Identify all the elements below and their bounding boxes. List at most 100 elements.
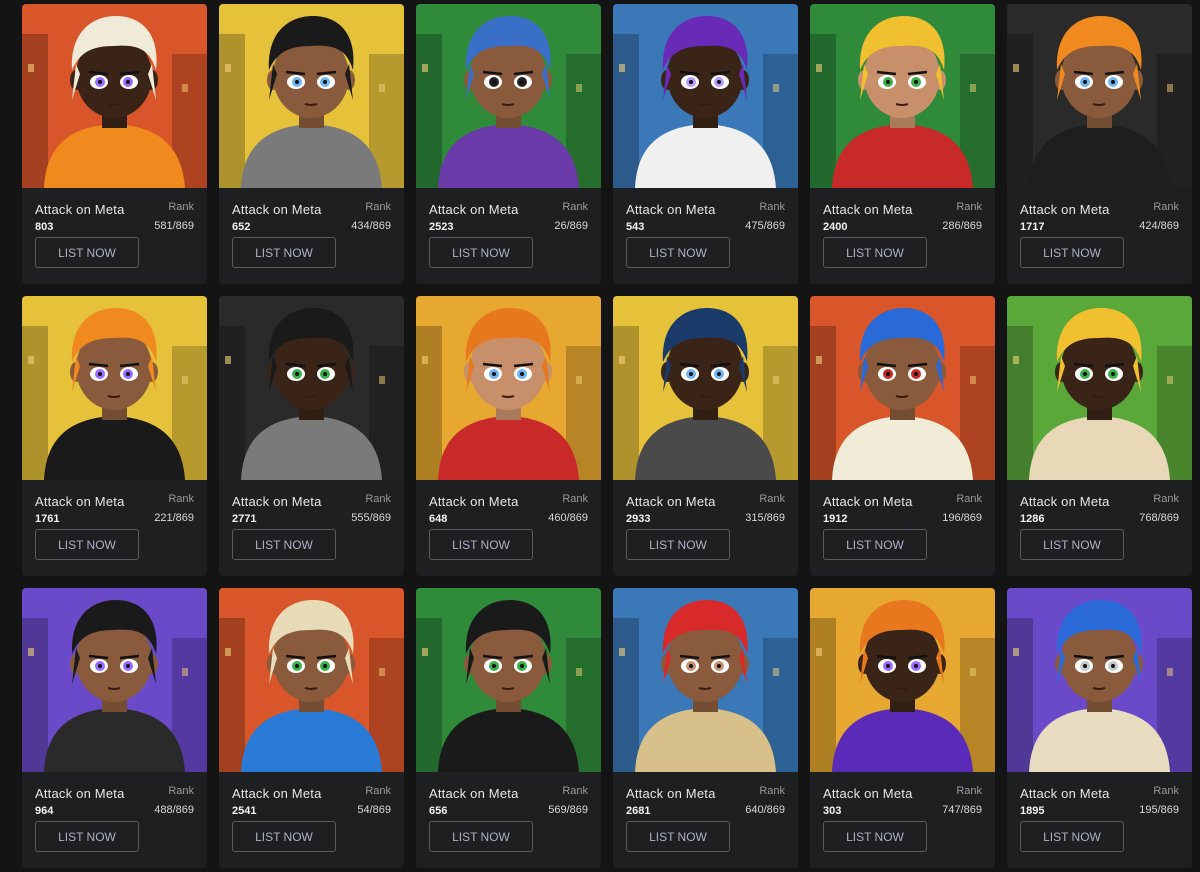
card-info: Attack on Meta Rank 543 475/869 LIST NOW xyxy=(613,188,798,284)
collection-name: Attack on Meta xyxy=(626,202,716,217)
rank-value: 569/869 xyxy=(548,804,588,816)
list-now-button[interactable]: LIST NOW xyxy=(1020,529,1124,560)
rank-label: Rank xyxy=(759,201,785,213)
nft-card[interactable]: Attack on Meta Rank 803 581/869 LIST NOW xyxy=(22,4,207,284)
token-id: 2400 xyxy=(823,221,848,233)
token-id: 2933 xyxy=(626,513,651,525)
list-now-button[interactable]: LIST NOW xyxy=(35,237,139,268)
rank-label: Rank xyxy=(759,785,785,797)
card-info: Attack on Meta Rank 964 488/869 LIST NOW xyxy=(22,772,207,868)
nft-card[interactable]: Attack on Meta Rank 1895 195/869 LIST NO… xyxy=(1007,588,1192,868)
token-id: 2541 xyxy=(232,805,257,817)
rank-label: Rank xyxy=(956,201,982,213)
nft-card[interactable]: Attack on Meta Rank 964 488/869 LIST NOW xyxy=(22,588,207,868)
nft-card[interactable]: Attack on Meta Rank 543 475/869 LIST NOW xyxy=(613,4,798,284)
list-now-button[interactable]: LIST NOW xyxy=(232,821,336,852)
list-now-button[interactable]: LIST NOW xyxy=(823,529,927,560)
list-now-button[interactable]: LIST NOW xyxy=(626,237,730,268)
list-now-button[interactable]: LIST NOW xyxy=(626,529,730,560)
card-info: Attack on Meta Rank 1912 196/869 LIST NO… xyxy=(810,480,995,576)
nft-artwork[interactable] xyxy=(1007,588,1192,772)
rank-label: Rank xyxy=(1153,493,1179,505)
nft-artwork[interactable] xyxy=(416,296,601,480)
nft-card[interactable]: Attack on Meta Rank 303 747/869 LIST NOW xyxy=(810,588,995,868)
list-now-button[interactable]: LIST NOW xyxy=(823,237,927,268)
rank-value: 747/869 xyxy=(942,804,982,816)
nft-card[interactable]: Attack on Meta Rank 1912 196/869 LIST NO… xyxy=(810,296,995,576)
collection-name: Attack on Meta xyxy=(1020,494,1110,509)
token-id: 2771 xyxy=(232,513,257,525)
collection-name: Attack on Meta xyxy=(823,786,913,801)
card-info: Attack on Meta Rank 1761 221/869 LIST NO… xyxy=(22,480,207,576)
rank-value: 424/869 xyxy=(1139,220,1179,232)
nft-artwork[interactable] xyxy=(810,296,995,480)
list-now-button[interactable]: LIST NOW xyxy=(232,529,336,560)
rank-value: 475/869 xyxy=(745,220,785,232)
nft-card[interactable]: Attack on Meta Rank 1761 221/869 LIST NO… xyxy=(22,296,207,576)
list-now-button[interactable]: LIST NOW xyxy=(35,529,139,560)
nft-card[interactable]: Attack on Meta Rank 2523 26/869 LIST NOW xyxy=(416,4,601,284)
nft-card[interactable]: Attack on Meta Rank 2681 640/869 LIST NO… xyxy=(613,588,798,868)
nft-artwork[interactable] xyxy=(416,4,601,188)
list-now-button[interactable]: LIST NOW xyxy=(232,237,336,268)
nft-card[interactable]: Attack on Meta Rank 2933 315/869 LIST NO… xyxy=(613,296,798,576)
list-now-button[interactable]: LIST NOW xyxy=(429,529,533,560)
collection-name: Attack on Meta xyxy=(1020,202,1110,217)
nft-card[interactable]: Attack on Meta Rank 2541 54/869 LIST NOW xyxy=(219,588,404,868)
nft-artwork[interactable] xyxy=(613,296,798,480)
token-id: 1761 xyxy=(35,513,60,525)
nft-card[interactable]: Attack on Meta Rank 648 460/869 LIST NOW xyxy=(416,296,601,576)
card-info: Attack on Meta Rank 656 569/869 LIST NOW xyxy=(416,772,601,868)
token-id: 656 xyxy=(429,805,448,817)
nft-artwork[interactable] xyxy=(613,588,798,772)
nft-card[interactable]: Attack on Meta Rank 1286 768/869 LIST NO… xyxy=(1007,296,1192,576)
rank-value: 581/869 xyxy=(154,220,194,232)
nft-artwork[interactable] xyxy=(1007,4,1192,188)
list-now-button[interactable]: LIST NOW xyxy=(429,821,533,852)
collection-name: Attack on Meta xyxy=(429,202,519,217)
nft-card[interactable]: Attack on Meta Rank 2400 286/869 LIST NO… xyxy=(810,4,995,284)
collection-name: Attack on Meta xyxy=(429,786,519,801)
list-now-button[interactable]: LIST NOW xyxy=(35,821,139,852)
rank-label: Rank xyxy=(759,493,785,505)
nft-card[interactable]: Attack on Meta Rank 656 569/869 LIST NOW xyxy=(416,588,601,868)
nft-artwork[interactable] xyxy=(22,588,207,772)
rank-value: 196/869 xyxy=(942,512,982,524)
rank-label: Rank xyxy=(168,785,194,797)
rank-label: Rank xyxy=(168,201,194,213)
rank-value: 555/869 xyxy=(351,512,391,524)
rank-value: 221/869 xyxy=(154,512,194,524)
collection-name: Attack on Meta xyxy=(232,786,322,801)
nft-artwork[interactable] xyxy=(22,296,207,480)
nft-artwork[interactable] xyxy=(219,588,404,772)
card-info: Attack on Meta Rank 2681 640/869 LIST NO… xyxy=(613,772,798,868)
nft-artwork[interactable] xyxy=(810,588,995,772)
nft-artwork[interactable] xyxy=(613,4,798,188)
card-info: Attack on Meta Rank 2771 555/869 LIST NO… xyxy=(219,480,404,576)
list-now-button[interactable]: LIST NOW xyxy=(823,821,927,852)
list-now-button[interactable]: LIST NOW xyxy=(1020,821,1124,852)
card-info: Attack on Meta Rank 803 581/869 LIST NOW xyxy=(22,188,207,284)
rank-label: Rank xyxy=(1153,201,1179,213)
rank-value: 488/869 xyxy=(154,804,194,816)
nft-artwork[interactable] xyxy=(219,296,404,480)
collection-name: Attack on Meta xyxy=(626,786,716,801)
rank-label: Rank xyxy=(365,785,391,797)
nft-artwork[interactable] xyxy=(416,588,601,772)
token-id: 803 xyxy=(35,221,54,233)
nft-card[interactable]: Attack on Meta Rank 2771 555/869 LIST NO… xyxy=(219,296,404,576)
nft-artwork[interactable] xyxy=(1007,296,1192,480)
nft-card[interactable]: Attack on Meta Rank 652 434/869 LIST NOW xyxy=(219,4,404,284)
nft-artwork[interactable] xyxy=(219,4,404,188)
nft-card[interactable]: Attack on Meta Rank 1717 424/869 LIST NO… xyxy=(1007,4,1192,284)
list-now-button[interactable]: LIST NOW xyxy=(1020,237,1124,268)
rank-value: 54/869 xyxy=(357,804,391,816)
list-now-button[interactable]: LIST NOW xyxy=(626,821,730,852)
nft-artwork[interactable] xyxy=(810,4,995,188)
collection-name: Attack on Meta xyxy=(1020,786,1110,801)
rank-value: 195/869 xyxy=(1139,804,1179,816)
list-now-button[interactable]: LIST NOW xyxy=(429,237,533,268)
rank-label: Rank xyxy=(562,785,588,797)
token-id: 2681 xyxy=(626,805,651,817)
nft-artwork[interactable] xyxy=(22,4,207,188)
